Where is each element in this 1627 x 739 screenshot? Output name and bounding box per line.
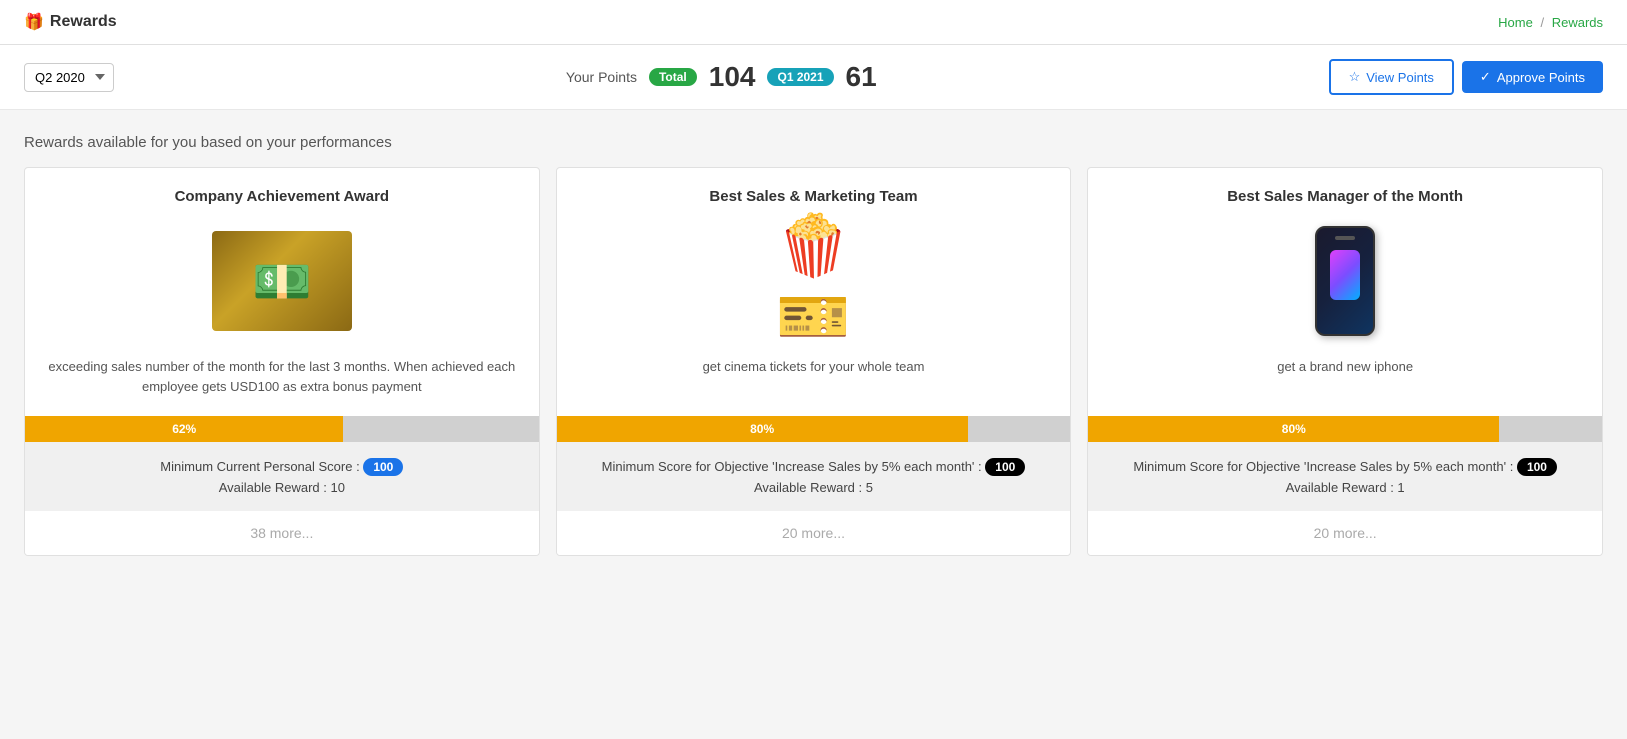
main-content: Rewards available for you based on your … — [0, 110, 1627, 580]
card-image-3 — [1275, 221, 1415, 341]
points-label: Your Points — [566, 69, 637, 85]
card-more-1[interactable]: 38 more... — [25, 511, 539, 555]
check-icon: ✓ — [1480, 69, 1491, 85]
breadcrumb-separator: / — [1540, 15, 1544, 30]
money-image — [212, 231, 352, 331]
progress-bar-fill-2: 80% — [557, 416, 968, 442]
card-progress-3: 80% — [1088, 416, 1602, 442]
points-summary: Your Points Total 104 Q1 2021 61 — [566, 61, 877, 93]
progress-bar-fill-3: 80% — [1088, 416, 1499, 442]
card-title-1: Company Achievement Award — [45, 188, 519, 205]
cards-grid: Company Achievement Award exceeding sale… — [24, 167, 1603, 556]
q1-badge: Q1 2021 — [767, 68, 833, 86]
card-title-2: Best Sales & Marketing Team — [577, 188, 1051, 205]
card-body-1: Company Achievement Award exceeding sale… — [25, 168, 539, 416]
view-points-button[interactable]: ☆ View Points — [1329, 59, 1454, 95]
card-reward-line-1: Available Reward : 10 — [41, 480, 523, 495]
card-score-line-1: Minimum Current Personal Score : 100 — [41, 458, 523, 476]
card-description-2: get cinema tickets for your whole team — [577, 357, 1051, 377]
star-icon: ☆ — [1349, 69, 1361, 85]
section-title: Rewards available for you based on your … — [24, 134, 1603, 151]
card-more-3[interactable]: 20 more... — [1088, 511, 1602, 555]
progress-bar-bg-3: 80% — [1088, 416, 1602, 442]
reward-card-sales-marketing: Best Sales & Marketing Team 🍿🎫 get cinem… — [556, 167, 1072, 556]
card-info-2: Minimum Score for Objective 'Increase Sa… — [557, 442, 1071, 511]
card-info-1: Minimum Current Personal Score : 100 Ava… — [25, 442, 539, 511]
card-reward-line-2: Available Reward : 5 — [573, 480, 1055, 495]
progress-bar-wrap-3: 80% — [1088, 416, 1602, 442]
card-description-1: exceeding sales number of the month for … — [45, 357, 519, 396]
reward-card-sales-manager: Best Sales Manager of the Month get a br… — [1087, 167, 1603, 556]
card-title-3: Best Sales Manager of the Month — [1108, 188, 1582, 205]
q1-points: 61 — [846, 61, 877, 93]
progress-bar-bg-2: 80% — [557, 416, 1071, 442]
app-title: 🎁 Rewards — [24, 12, 117, 32]
card-image-2: 🍿🎫 — [743, 221, 883, 341]
card-description-3: get a brand new iphone — [1108, 357, 1582, 377]
card-reward-line-3: Available Reward : 1 — [1104, 480, 1586, 495]
app-icon: 🎁 — [24, 12, 44, 32]
toolbar: Q1 2020 Q2 2020 Q3 2020 Q4 2020 Q1 2021 … — [0, 45, 1627, 110]
breadcrumb-current[interactable]: Rewards — [1552, 15, 1603, 30]
card-info-3: Minimum Score for Objective 'Increase Sa… — [1088, 442, 1602, 511]
score-badge-3: 100 — [1517, 458, 1557, 476]
cinema-image: 🍿🎫 — [743, 226, 883, 336]
reward-card-company-achievement: Company Achievement Award exceeding sale… — [24, 167, 540, 556]
progress-bar-fill-1: 62% — [25, 416, 343, 442]
breadcrumb: Home / Rewards — [1498, 15, 1603, 30]
card-more-2[interactable]: 20 more... — [557, 511, 1071, 555]
phone-image — [1315, 226, 1375, 336]
card-progress-1: 62% — [25, 416, 539, 442]
score-badge-2: 100 — [985, 458, 1025, 476]
quarter-select[interactable]: Q1 2020 Q2 2020 Q3 2020 Q4 2020 Q1 2021 — [24, 63, 114, 92]
approve-points-button[interactable]: ✓ Approve Points — [1462, 61, 1603, 93]
card-score-line-2: Minimum Score for Objective 'Increase Sa… — [573, 458, 1055, 476]
breadcrumb-home[interactable]: Home — [1498, 15, 1533, 30]
total-points: 104 — [709, 61, 756, 93]
card-body-2: Best Sales & Marketing Team 🍿🎫 get cinem… — [557, 168, 1071, 416]
card-body-3: Best Sales Manager of the Month get a br… — [1088, 168, 1602, 416]
card-progress-2: 80% — [557, 416, 1071, 442]
progress-bar-bg-1: 62% — [25, 416, 539, 442]
progress-bar-wrap-1: 62% — [25, 416, 539, 442]
progress-bar-wrap-2: 80% — [557, 416, 1071, 442]
score-badge-1: 100 — [363, 458, 403, 476]
top-bar: 🎁 Rewards Home / Rewards — [0, 0, 1627, 45]
card-score-line-3: Minimum Score for Objective 'Increase Sa… — [1104, 458, 1586, 476]
total-badge: Total — [649, 68, 697, 86]
card-image-1 — [212, 221, 352, 341]
